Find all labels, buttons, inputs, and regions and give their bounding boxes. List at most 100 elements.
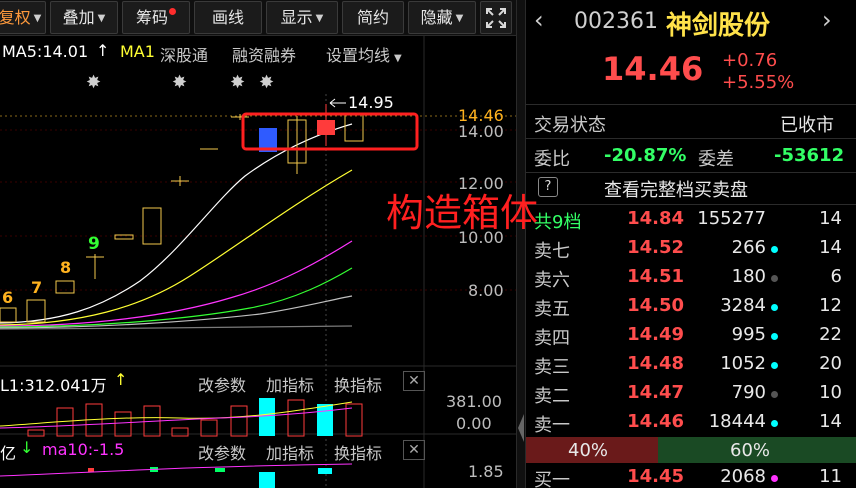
jia-zhibiao-button[interactable]: 加指标 (266, 372, 314, 396)
ask-volume: 1052 (720, 353, 766, 374)
view-full-depth-link[interactable]: 查看完整档买卖盘 (604, 176, 748, 202)
gai-canshu-button[interactable]: 改参数 (198, 440, 246, 464)
price-change: +0.76 (722, 50, 778, 71)
event-marker-icon[interactable]: ✸ (230, 72, 245, 93)
chouma-button[interactable]: 筹码 (122, 1, 190, 34)
ask-row[interactable]: 卖四 14.49 995 22 (526, 322, 856, 351)
fuquan-label: 复权 (0, 8, 31, 27)
jia-zhibiao-button[interactable]: 加指标 (266, 440, 314, 464)
volume-bar (114, 411, 132, 437)
next-stock-icon[interactable]: › (822, 6, 832, 34)
huaxian-button[interactable]: 画线 (194, 1, 262, 34)
ask-row[interactable]: 卖六 14.51 180 6 (526, 264, 856, 293)
ma60-line (0, 295, 353, 329)
prev-stock-icon[interactable]: ‹ (534, 6, 544, 34)
ask-volume: 180 (731, 266, 766, 287)
jianyue-button[interactable]: 简约 (342, 1, 404, 34)
volume-bar (171, 427, 189, 437)
volume-bar (27, 429, 45, 437)
volume-bars (27, 398, 363, 437)
ask-row[interactable]: 卖七 14.52 266 14 (526, 235, 856, 264)
close-icon[interactable]: ✕ (403, 371, 425, 391)
day-count: 6 (2, 288, 14, 307)
buy-ratio-text: 60% (730, 440, 771, 461)
ask-row[interactable]: 卖三 14.48 1052 20 (526, 351, 856, 380)
price-change-pct: +5.55% (722, 72, 795, 93)
gai-canshu-button[interactable]: 改参数 (198, 372, 246, 396)
ask-price: 14.47 (627, 382, 684, 403)
trade-status-value: 已收市 (780, 115, 834, 136)
close-icon[interactable]: ✕ (403, 440, 425, 460)
price-axis-label: 14.00 (458, 122, 504, 141)
order-dot-icon (771, 475, 778, 482)
huaxian-label: 画线 (211, 8, 244, 27)
divider (526, 138, 856, 139)
ask-label: 卖六 (534, 270, 570, 291)
ask-price: 14.50 (627, 295, 684, 316)
panel-splitter[interactable] (516, 0, 526, 488)
stock-code: 002361 (574, 9, 658, 34)
ma20-line (0, 240, 353, 327)
ask-price: 14.48 (627, 353, 684, 374)
set-ma-label: 设置均线 (326, 46, 391, 65)
ask-label: 卖三 (534, 357, 570, 378)
ask-count: 10 (819, 382, 842, 403)
yincang-button[interactable]: 隐藏 ▼ (408, 1, 476, 34)
bid-price: 14.45 (627, 466, 684, 487)
diejia-label: 叠加 (62, 8, 95, 27)
ask-price: 14.46 (627, 411, 684, 432)
trade-status-label: 交易状态 (534, 115, 606, 136)
order-dot-icon (771, 420, 778, 427)
fuquan-button[interactable]: 复权 ▼ (0, 1, 46, 34)
total-volume: 155277 (697, 208, 766, 229)
total-price: 14.84 (627, 208, 684, 229)
chevron-down-icon: ▼ (97, 13, 106, 24)
day-count: 8 (60, 258, 72, 277)
bid-label: 买一 (534, 470, 570, 488)
ask-volume: 266 (731, 237, 766, 258)
huan-zhibiao-button[interactable]: 换指标 (334, 440, 382, 464)
event-marker-icon[interactable]: ✸ (86, 72, 101, 93)
diejia-button[interactable]: 叠加 ▼ (50, 1, 118, 34)
volume-axis-label: 0.00 (456, 414, 492, 433)
ask-label: 卖一 (534, 415, 570, 436)
ask-volume: 3284 (720, 295, 766, 316)
quote-panel: ‹ 002361 神剑股份 › 14.46 +0.76 +5.55% 交易状态 … (526, 0, 856, 488)
order-dot-icon (771, 391, 778, 398)
xianshi-label: 显示 (280, 8, 313, 27)
ask-label: 卖二 (534, 386, 570, 407)
collapse-arrow-icon[interactable] (518, 414, 524, 442)
event-marker-icon[interactable]: ✸ (172, 72, 187, 93)
bid-row[interactable]: 买一 14.45 2068 11 (526, 464, 856, 488)
volume-bar (230, 405, 248, 437)
ask-volume: 995 (731, 324, 766, 345)
volume-legend: L1:312.041万 (0, 376, 107, 395)
ask-row[interactable]: 卖五 14.50 3284 12 (526, 293, 856, 322)
chouma-label: 筹码 (135, 8, 168, 27)
shentong-legend[interactable]: 深股通 (160, 42, 208, 66)
candle-up (317, 120, 335, 135)
xianshi-button[interactable]: 显示 ▼ (266, 1, 338, 34)
event-marker-icon[interactable]: ✸ (259, 72, 274, 93)
kline-chart[interactable]: MA5:14.01 ↑ MA1 深股通 融资融券 设置均线 ▼ ✸ ✸ ✸ ✸ 1… (0, 36, 516, 488)
day-count: 7 (31, 278, 43, 297)
total-label: 共9档 (534, 212, 582, 233)
chevron-down-icon: ▼ (455, 13, 464, 24)
fullscreen-button[interactable] (480, 1, 512, 34)
divider (526, 172, 856, 173)
candle (26, 299, 46, 323)
ask-count: 6 (830, 266, 842, 287)
ask-price: 14.52 (627, 237, 684, 258)
volume-bar (287, 399, 305, 437)
ask-row[interactable]: 卖一 14.46 18444 14 (526, 409, 856, 438)
set-ma-button[interactable]: 设置均线 ▼ (326, 42, 402, 66)
ask-row[interactable]: 卖二 14.47 790 10 (526, 380, 856, 409)
rongzi-legend[interactable]: 融资融券 (232, 42, 296, 66)
last-price: 14.46 (602, 50, 704, 88)
ma10-line (0, 169, 353, 326)
help-icon[interactable]: ? (538, 177, 558, 197)
ma5-legend: MA5:14.01 (2, 42, 89, 61)
price-axis-label: 8.00 (468, 281, 504, 300)
kline-canvas (0, 36, 516, 488)
huan-zhibiao-button[interactable]: 换指标 (334, 372, 382, 396)
